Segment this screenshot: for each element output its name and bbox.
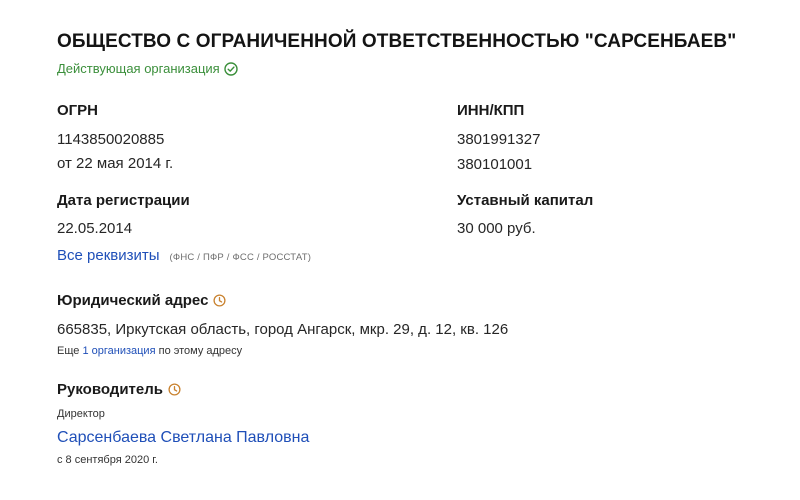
manager-position: Директор	[57, 408, 105, 420]
manager-name-link[interactable]: Сарсенбаева Светлана Павловна	[57, 429, 309, 447]
address-header: Юридический адрес	[57, 292, 226, 309]
manager-header: Руководитель	[57, 381, 181, 398]
manager-label: Руководитель	[57, 381, 163, 398]
ogrn-date: от 22 мая 2014 г.	[57, 155, 174, 172]
requisites-note: (ФНС / ПФР / ФСС / РОССТАТ)	[169, 252, 312, 263]
address-more-suffix: по этому адресу	[158, 345, 243, 357]
kpp-value: 380101001	[457, 156, 533, 173]
manager-since: с 8 сентября 2020 г.	[57, 454, 158, 466]
inn-kpp-label: ИНН/КПП	[457, 102, 525, 119]
capital-label: Уставный капитал	[457, 192, 594, 209]
ogrn-value: 1143850020885	[57, 131, 165, 148]
registration-value: 22.05.2014	[57, 220, 133, 237]
all-requisites-link[interactable]: Все реквизиты	[57, 247, 160, 264]
ogrn-label: ОГРН	[57, 102, 99, 119]
requisites-row: Все реквизиты (ФНС / ПФР / ФСС / РОССТАТ…	[57, 247, 311, 264]
clock-icon[interactable]	[213, 294, 226, 307]
company-status: Действующая организация	[57, 61, 238, 76]
check-circle-icon	[224, 61, 238, 76]
address-value: 665835, Иркутская область, город Ангарск…	[57, 321, 509, 338]
clock-icon[interactable]	[168, 383, 181, 396]
address-more: Еще 1 организация по этому адресу	[57, 345, 242, 357]
status-text: Действующая организация	[57, 61, 220, 76]
address-more-link[interactable]: 1 организация	[82, 345, 155, 357]
inn-value: 3801991327	[457, 131, 541, 148]
capital-value: 30 000 руб.	[457, 220, 536, 237]
address-more-prefix: Еще	[57, 345, 80, 357]
company-name: ОБЩЕСТВО С ОГРАНИЧЕННОЙ ОТВЕТСТВЕННОСТЬЮ…	[57, 31, 737, 52]
registration-label: Дата регистрации	[57, 192, 190, 209]
address-label: Юридический адрес	[57, 292, 209, 309]
